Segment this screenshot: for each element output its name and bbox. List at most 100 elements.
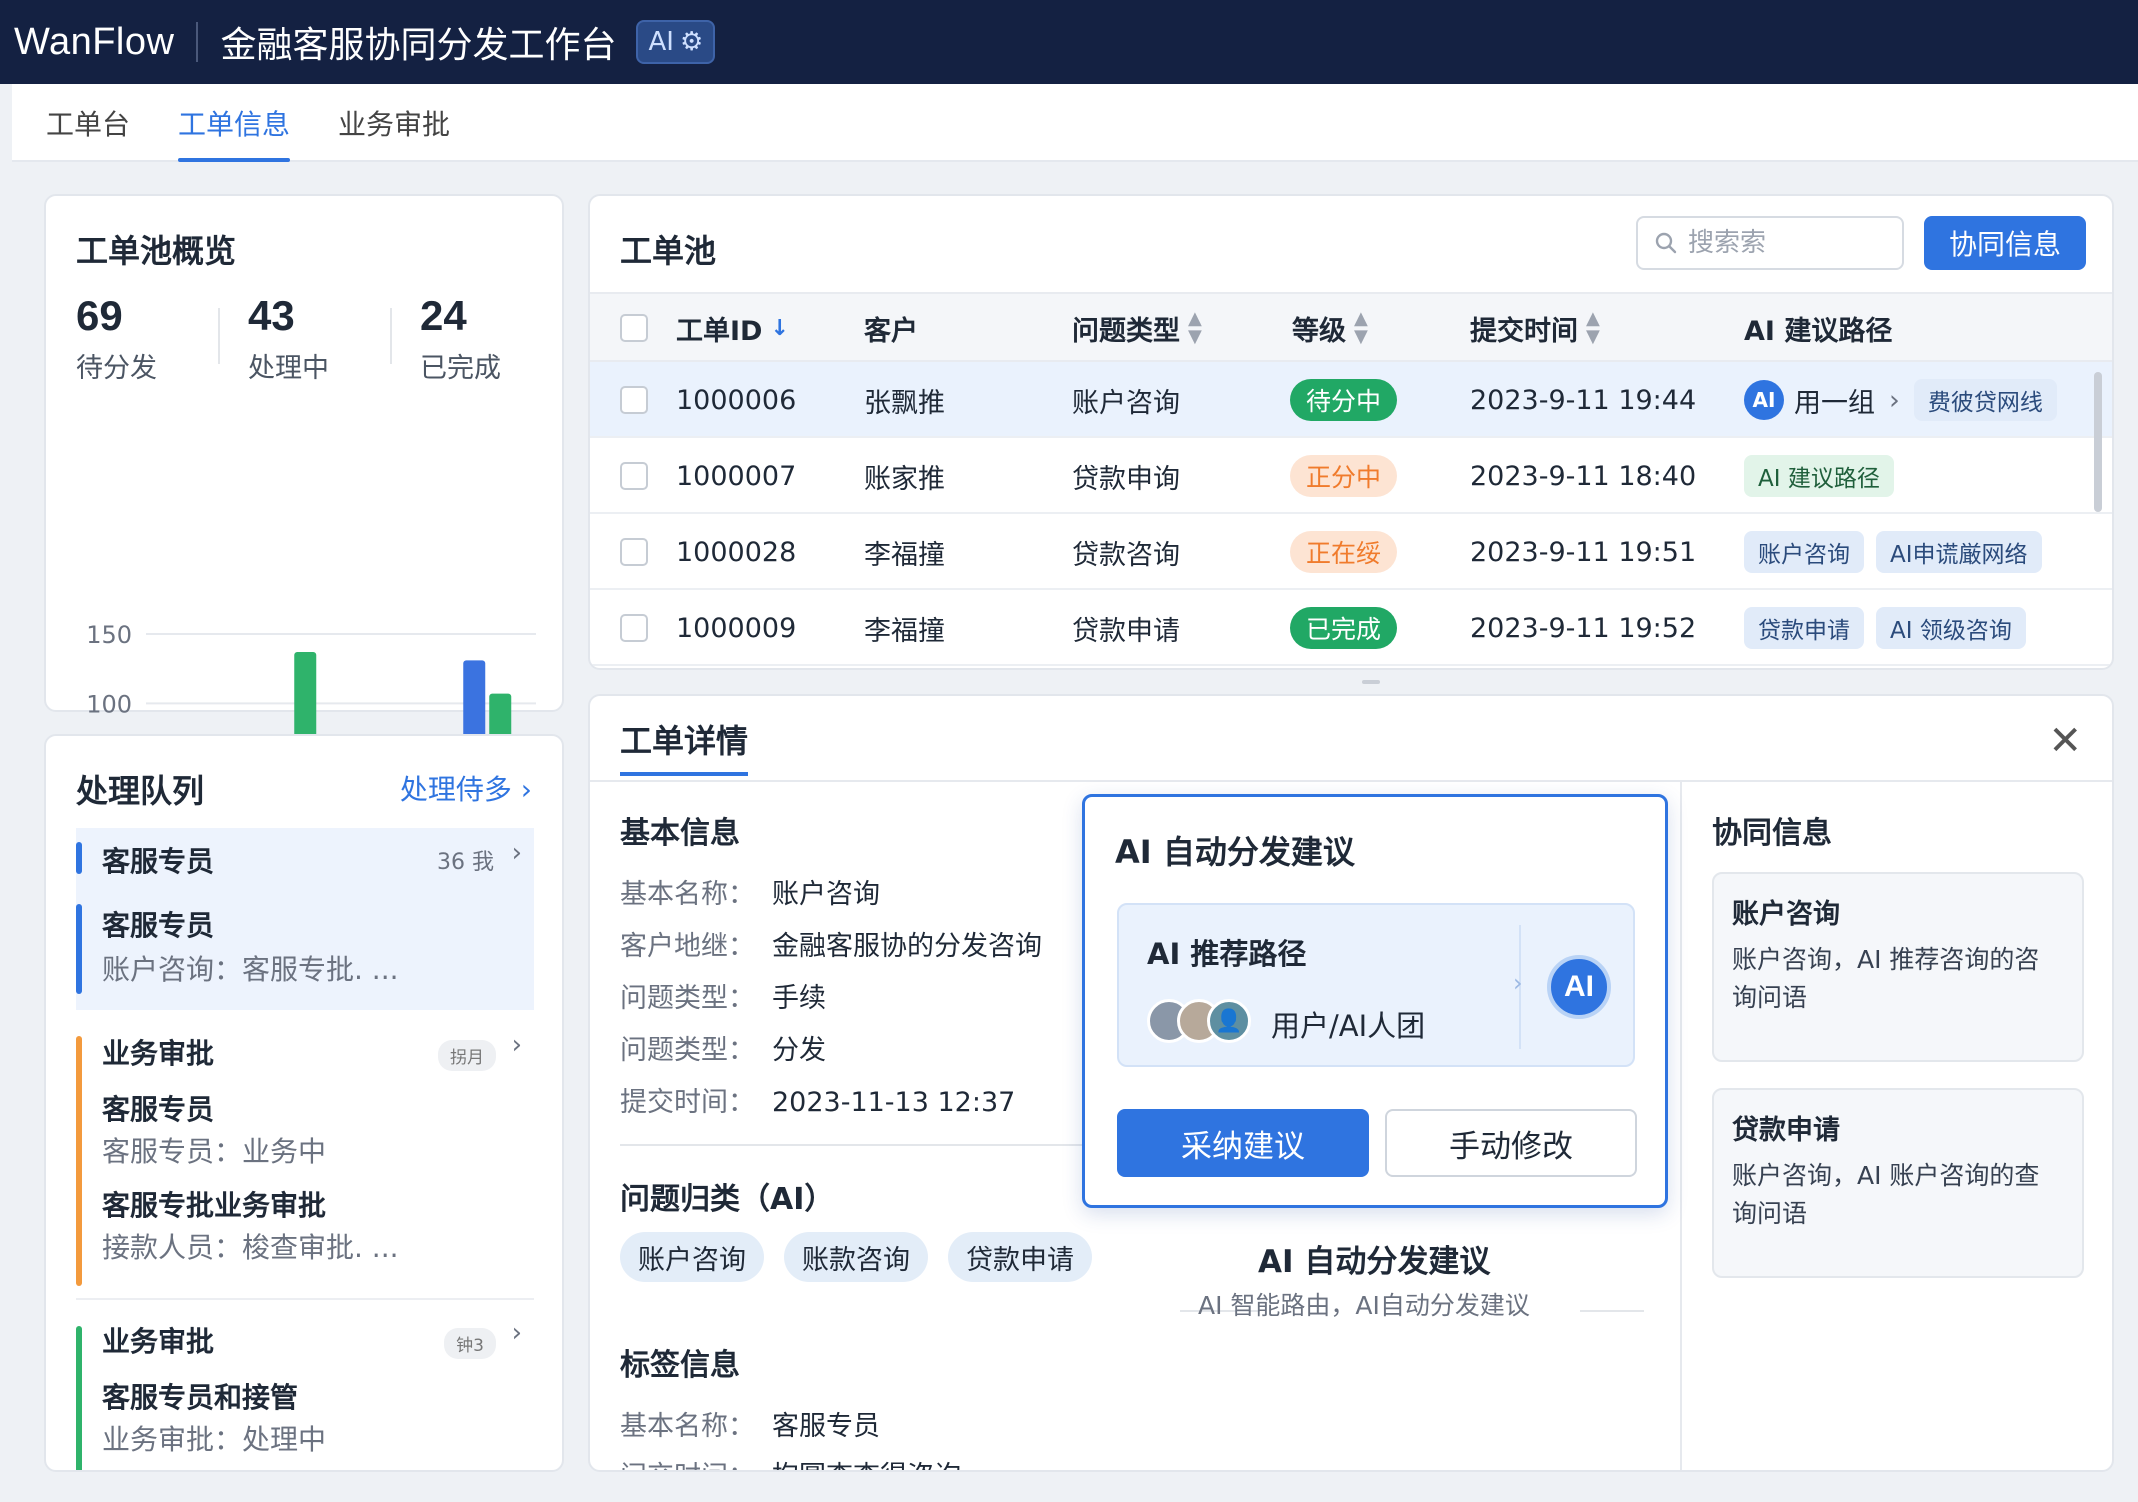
sort-desc-icon: ↓ [770,315,789,341]
avatar-group: 👤 [1147,999,1251,1043]
chevron-right-icon: › [1889,384,1900,416]
user-icon: 👤 [1207,999,1251,1043]
queue-item-title: 客服专员 [102,909,215,942]
cell-time: 2023-9-11 18:40 [1470,460,1697,492]
cell-type: 贷款申询 [1072,463,1180,495]
y-tick-label: 150 [86,621,132,649]
overview-stats: 69 待分发 43 处理中 24 已完成 [76,292,592,385]
recommended-route-title: AI 推荐路径 [1147,937,1307,971]
chevron-right-icon: › [520,773,532,806]
basic-info-row: 提交时间： 2023-11-13 12:37 [620,1080,1015,1119]
close-icon[interactable]: ✕ [2048,718,2082,764]
queue-group[interactable]: 业务审批 拐月 › 客服专员 客服专员：业务中 客服专批业务审批 接款人员：梭查… [76,1026,534,1296]
route-tag[interactable]: 贷款申请 [1744,607,1864,649]
collab-card[interactable]: 账户咨询 账户咨询，AI 推荐咨询的咨询问语 [1712,872,2084,1062]
route-tag[interactable]: 费彼贷网线 [1913,379,2057,421]
cell-time: 2023-9-11 19:51 [1470,536,1697,568]
search-input[interactable] [1688,228,1888,258]
processing-queue: 处理队列 处理侍多 › 客服专员 36 我 › 客服专员 账户咨询：客服专批. … [44,734,564,1472]
queue-item-title: 客服专员和接管 [102,1381,299,1414]
queue-count: 拐月 [438,1040,496,1071]
stat-completed: 24 已完成 [390,292,592,385]
row-checkbox[interactable] [620,614,648,642]
accept-suggestion-button[interactable]: 采纳建议 [1117,1109,1369,1177]
queue-group-bar [76,842,82,874]
row-checkbox[interactable] [620,386,648,414]
field-label: 客户地继： [620,931,755,962]
cell-route: 账户咨询 AI申谎厳网络 [1744,514,2054,590]
col-submit-time[interactable]: 提交时间 ▲ ▼ [1470,294,1600,362]
row-checkbox[interactable] [620,462,648,490]
col-label: 问题类型 [1072,315,1180,347]
panel-resize-handle[interactable] [1362,680,1380,684]
table-row[interactable]: 1000009 李福撞 贷款申请 已完成 2023-9-11 19:52 贷款申… [590,590,2112,666]
col-ticket-id[interactable]: 工单ID ↓ [676,294,789,362]
tag-info-row: 问交时间：抱圆查查得咨询 [620,1454,961,1470]
basic-info-row: 客户地继： 金融客服协的分发咨询 [620,924,1042,963]
ai-dispatch-popup: AI 自动分发建议 AI 推荐路径 👤 用户/AI人团 › AI 采纳建议 手动… [1082,794,1668,1208]
ai-settings-badge[interactable]: AI ⚙ [636,20,716,64]
stat-pending: 69 待分发 [76,292,248,385]
stat-value: 43 [248,292,295,339]
stat-processing: 43 处理中 [218,292,420,385]
queue-group[interactable]: 业务审批 钟3 › 客服专员和接管 业务审批：处理中 [76,1318,534,1470]
collab-info-button[interactable]: 协同信息 [1924,216,2086,270]
tab-business-approval[interactable]: 业务审批 [338,84,450,162]
table-row[interactable]: 1000007 账家推 贷款申询 正分中 2023-9-11 18:40 AI … [590,438,2112,514]
route-tag[interactable]: AI申谎厳网络 [1876,531,2042,573]
sort-icon: ▲ ▼ [1354,308,1368,347]
col-label: AI 建议路径 [1744,315,1893,347]
collab-card[interactable]: 贷款申请 账户咨询，AI 账户咨询的查询问语 [1712,1088,2084,1278]
col-customer: 客户 [864,294,918,362]
tag-info-title: 标签信息 [620,1348,740,1383]
manual-edit-button[interactable]: 手动修改 [1385,1109,1637,1177]
sort-icon: ▲ ▼ [1586,308,1600,347]
route-tag[interactable]: 账户咨询 [1744,531,1864,573]
cell-type: 贷款申请 [1072,615,1180,647]
table-row[interactable]: 1000028 李福撞 贷款咨询 正在绥 2023-9-11 19:51 账户咨… [590,514,2112,590]
classify-chip[interactable]: 账户咨询 [620,1232,764,1282]
route-tag[interactable]: AI 领级咨询 [1876,607,2026,649]
cell-id: 1000007 [676,460,797,492]
field-value: 2023-11-13 12:37 [772,1087,1016,1118]
cell-customer: 李福撞 [864,615,945,647]
row-checkbox[interactable] [620,538,648,566]
collab-card-title: 账户咨询 [1732,899,1840,930]
status-badge: 已完成 [1290,607,1398,649]
field-value: 分发 [772,1035,826,1066]
route-tag[interactable]: AI 建议路径 [1744,455,1894,497]
queue-item-desc: 账户咨询：客服专批. ... [102,953,399,986]
table-row[interactable]: 1000006 张飘推 账户咨询 待分中 2023-9-11 19:44 AI … [590,362,2112,438]
col-level[interactable]: 等级 ▲ ▼ [1292,294,1368,362]
tab-ticket-detail[interactable]: 工单详情 [620,716,749,776]
status-badge: 正分中 [1290,455,1398,497]
queue-group-bar [76,1036,82,1286]
field-label: 提交时间： [620,1087,755,1118]
popup-title: AI 自动分发建议 [1115,833,1355,871]
ai-badge-label: AI [648,27,674,57]
classify-chip[interactable]: 账款咨询 [784,1232,928,1282]
status-badge: 待分中 [1290,379,1398,421]
cell-customer: 账家推 [864,463,945,495]
detail-divider [590,780,2112,782]
heading-line [1580,1310,1644,1312]
queue-group[interactable]: 客服专员 36 我 › 客服专员 账户咨询：客服专批. ... [76,828,534,1010]
col-ai-route: AI 建议路径 [1744,294,1892,362]
select-all-checkbox[interactable] [620,314,648,342]
recommended-route-box[interactable]: AI 推荐路径 👤 用户/AI人团 › AI [1117,903,1635,1067]
chevron-right-icon: › [511,1318,522,1348]
pool-title: 工单池 [620,232,717,270]
search-box[interactable] [1636,216,1904,270]
classify-chip[interactable]: 贷款申请 [948,1232,1092,1282]
col-issue-type[interactable]: 问题类型 ▲ ▼ [1072,294,1202,362]
queue-item-desc: 客服专员：业务中 [102,1135,327,1168]
tab-workbench[interactable]: 工单台 [46,84,130,162]
field-value: 客服专员 [772,1411,880,1442]
column-divider [1680,782,1682,1470]
tab-ticket-info[interactable]: 工单信息 [178,84,291,162]
cell-route: 贷款申请 AI 领级咨询 [1744,590,2038,666]
overview-title: 工单池概览 [76,232,237,270]
cell-customer: 李福撞 [864,539,945,571]
queue-more-link[interactable]: 处理侍多 › [400,768,532,808]
table-scrollbar[interactable] [2094,372,2102,512]
